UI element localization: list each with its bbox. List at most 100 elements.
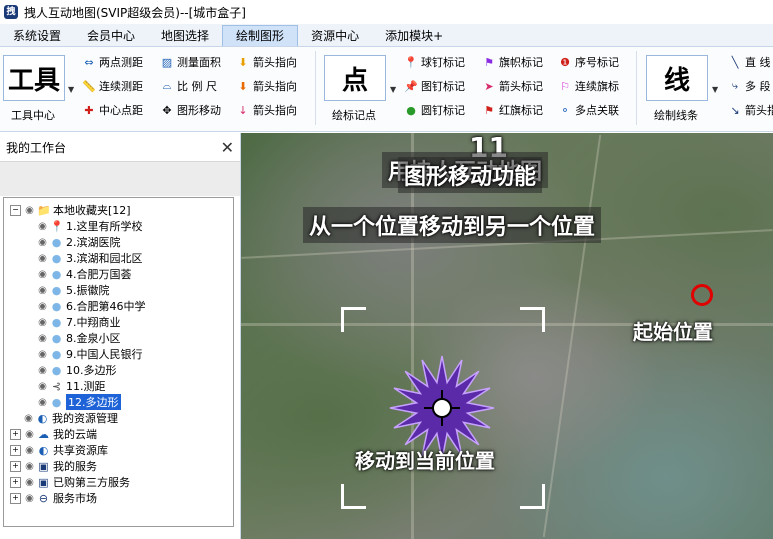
line-big-button[interactable]: 线: [646, 55, 708, 101]
eye-icon[interactable]: ◉: [37, 365, 48, 376]
tree-folder-local-favorites[interactable]: − ◉ 📁 本地收藏夹[12]: [4, 202, 233, 218]
menu-add-module[interactable]: 添加模块+: [372, 26, 456, 46]
polyline-button[interactable]: ⤷ 多 段: [728, 77, 771, 95]
eye-icon[interactable]: ◉: [37, 237, 48, 248]
line-dropdown-icon[interactable]: ▼: [712, 85, 718, 94]
line-group-label: 绘制线条: [654, 109, 698, 122]
multipoint-link-button[interactable]: ⚬ 多点关联: [558, 101, 619, 119]
tree-item[interactable]: ◉ 📍 1.这里有所学校: [4, 218, 233, 234]
center-icon: ✚: [84, 103, 94, 117]
area-icon: ▨: [161, 55, 173, 69]
workspace-tree: − ◉ 📁 本地收藏夹[12] ◉ 📍 1.这里有所学校 ◉ ● 2.滨湖医院 ◉ ● 3.滨湖和…: [3, 197, 234, 527]
eye-icon[interactable]: ◉: [24, 205, 35, 216]
eye-icon[interactable]: ◉: [37, 269, 48, 280]
tree-item[interactable]: ◉ ● 3.滨湖和园北区: [4, 250, 233, 266]
close-icon[interactable]: ✕: [221, 138, 234, 157]
eye-icon[interactable]: ◉: [23, 413, 34, 424]
arrow-down-icon: ⬇: [238, 55, 248, 69]
expand-icon[interactable]: +: [10, 460, 21, 472]
focus-frame-corner: [520, 484, 545, 509]
pushpin-icon: 📌: [404, 79, 418, 93]
point-dropdown-icon[interactable]: ▼: [390, 85, 396, 94]
tree-item-selected[interactable]: ◉ ● 12.多边形: [4, 394, 233, 410]
arrow-point-button-3[interactable]: ↓ 箭头指向: [236, 101, 297, 119]
tree-folder-cloud[interactable]: + ◉ ☁ 我的云端: [4, 426, 233, 442]
arrow-line-button[interactable]: ↘ 箭头指: [728, 101, 773, 119]
ruler-icon: ⊰: [51, 379, 62, 393]
point-big-button[interactable]: 点: [324, 55, 386, 101]
arrow-mark-button[interactable]: ➤ 箭头标记: [482, 77, 543, 95]
multi-flag-icon: ⚐: [560, 79, 570, 93]
window-title: 拽人互动地图(SVIP超级会员)--[城市盒子]: [24, 5, 246, 20]
number-mark-button[interactable]: ❶ 序号标记: [558, 53, 619, 71]
menu-member-center[interactable]: 会员中心: [74, 26, 148, 46]
tree-folder-resource-management[interactable]: ◉ ◐ 我的资源管理: [4, 410, 233, 426]
arrow-down-icon: ⬇: [238, 79, 248, 93]
app-logo-icon: 拽: [4, 5, 18, 19]
menu-draw-shapes[interactable]: 绘制图形: [222, 25, 299, 46]
eye-icon[interactable]: ◉: [37, 285, 48, 296]
point-group-label: 绘标记点: [332, 109, 376, 122]
map-canvas[interactable]: 11 用拽人互动地图图形移动功能从一个位置移动到另一个位置起始位置移动到当前位置: [241, 133, 773, 539]
ball-pin-mark-button[interactable]: 📍 球钉标记: [404, 53, 465, 71]
ribbon-toolbar: 工具 ▼ 工具中心 ⇔ 两点测距 ▨ 测量面积 ⬇ 箭头指向 📏 连续测距 ⌓ 比 例 尺…: [0, 47, 773, 132]
eye-icon[interactable]: ◉: [37, 333, 48, 344]
start-position-marker[interactable]: [691, 284, 713, 306]
tree-item[interactable]: ◉ ● 5.振徽院: [4, 282, 233, 298]
tree-item[interactable]: ◉ ● 10.多边形: [4, 362, 233, 378]
measure-area-button[interactable]: ▨ 测量面积: [160, 53, 221, 71]
scale-button[interactable]: ⌓ 比 例 尺: [160, 77, 217, 95]
tools-big-button[interactable]: 工具: [3, 55, 65, 101]
tree-item[interactable]: ◉ ● 2.滨湖医院: [4, 234, 233, 250]
expand-icon[interactable]: +: [10, 492, 21, 504]
tools-dropdown-icon[interactable]: ▼: [68, 85, 74, 94]
straight-line-button[interactable]: ╲ 直 线: [728, 53, 771, 71]
eye-icon[interactable]: ◉: [37, 253, 48, 264]
eye-icon[interactable]: ◉: [24, 477, 35, 488]
eye-icon[interactable]: ◉: [37, 397, 48, 408]
menu-bar: 系统设置 会员中心 地图选择 绘制图形 资源中心 添加模块+: [0, 24, 773, 47]
menu-resource-center[interactable]: 资源中心: [298, 26, 372, 46]
arrow-point-button-2[interactable]: ⬇ 箭头指向: [236, 77, 297, 95]
eye-icon[interactable]: ◉: [37, 221, 48, 232]
flag-mark-button[interactable]: ⚑ 旗帜标记: [482, 53, 543, 71]
continuous-flag-button[interactable]: ⚐ 连续旗标: [558, 77, 619, 95]
continuous-measure-button[interactable]: 📏 连续测距: [82, 77, 143, 95]
menu-system-settings[interactable]: 系统设置: [0, 26, 74, 46]
tree-item[interactable]: ◉ ● 8.金泉小区: [4, 330, 233, 346]
shape-move-button[interactable]: ✥ 图形移动: [160, 101, 221, 119]
collapse-icon[interactable]: −: [10, 204, 21, 216]
expand-icon[interactable]: +: [10, 476, 21, 488]
tree-item[interactable]: ◉ ● 7.中翔商业: [4, 314, 233, 330]
eye-icon[interactable]: ◉: [37, 349, 48, 360]
tree-item[interactable]: ◉ ⊰ 11.测距: [4, 378, 233, 394]
focus-frame-corner: [341, 307, 366, 332]
tree-item[interactable]: ◉ ● 9.中国人民银行: [4, 346, 233, 362]
expand-icon[interactable]: +: [10, 444, 21, 456]
tree-folder-my-services[interactable]: + ◉ ▣ 我的服务: [4, 458, 233, 474]
scale-icon: ⌓: [162, 79, 172, 92]
eye-icon[interactable]: ◉: [37, 301, 48, 312]
map-road: [542, 134, 602, 538]
two-point-measure-button[interactable]: ⇔ 两点测距: [82, 53, 143, 71]
eye-icon[interactable]: ◉: [24, 461, 35, 472]
number-icon: ❶: [560, 55, 570, 69]
center-distance-button[interactable]: ✚ 中心点距: [82, 101, 143, 119]
eye-icon[interactable]: ◉: [37, 317, 48, 328]
eye-icon[interactable]: ◉: [37, 381, 48, 392]
eye-icon[interactable]: ◉: [24, 429, 35, 440]
eye-icon[interactable]: ◉: [24, 493, 35, 504]
tree-folder-service-market[interactable]: + ◉ ⊖ 服务市场: [4, 490, 233, 506]
pushpin-mark-button[interactable]: 📌 图钉标记: [404, 77, 465, 95]
menu-map-select[interactable]: 地图选择: [148, 26, 222, 46]
eye-icon[interactable]: ◉: [24, 445, 35, 456]
arrow-point-button-1[interactable]: ⬇ 箭头指向: [236, 53, 297, 71]
tree-folder-third-party[interactable]: + ◉ ▣ 已购第三方服务: [4, 474, 233, 490]
red-flag-mark-button[interactable]: ⚑ 红旗标记: [482, 101, 543, 119]
tree-item[interactable]: ◉ ● 4.合肥万国荟: [4, 266, 233, 282]
tree-item[interactable]: ◉ ● 6.合肥第46中学: [4, 298, 233, 314]
round-pin-mark-button[interactable]: ● 圆钉标记: [404, 101, 465, 119]
tree-folder-shared-library[interactable]: + ◉ ◐ 共享资源库: [4, 442, 233, 458]
expand-icon[interactable]: +: [10, 428, 21, 440]
bubble-icon: ●: [51, 395, 62, 409]
